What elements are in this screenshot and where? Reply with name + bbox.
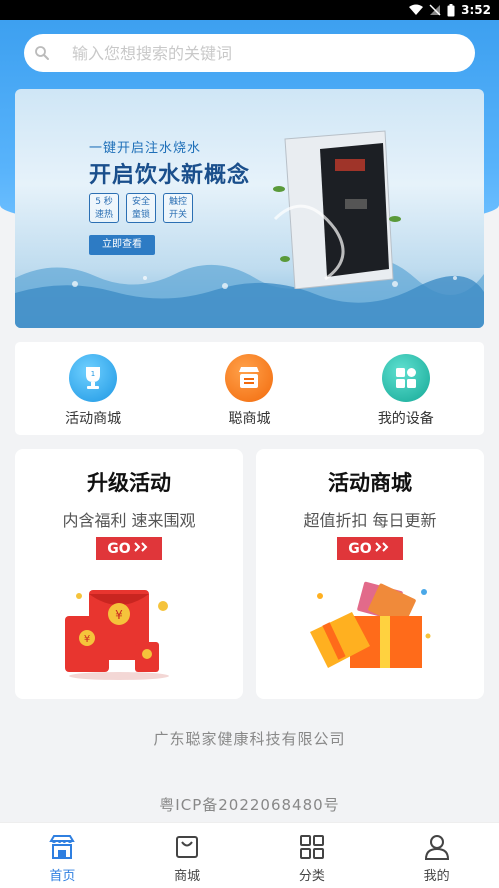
bottom-tab-bar: 首页 商城 分类 我的	[0, 822, 499, 888]
go-label: GO	[107, 540, 131, 557]
svg-text:¥: ¥	[115, 608, 123, 622]
svg-text:1: 1	[91, 370, 95, 378]
quick-entry-label: 聪商城	[228, 411, 271, 427]
chevron-right-icon	[133, 541, 151, 557]
water-splash-illustration	[15, 258, 484, 328]
status-bar: 3:52	[0, 0, 499, 20]
status-time: 3:52	[461, 3, 491, 17]
banner-cta-button[interactable]: 立即查看	[89, 235, 155, 255]
search-input[interactable]	[72, 43, 432, 63]
activity-mall-card[interactable]: 活动商城 超值折扣 每日更新 GO	[256, 449, 484, 699]
no-signal-icon	[429, 4, 441, 16]
quick-entry-label: 活动商城	[65, 411, 122, 427]
search-bar[interactable]	[24, 34, 475, 72]
svg-text:¥: ¥	[84, 634, 90, 645]
card-title: 活动商城	[328, 471, 412, 495]
tab-label: 我的	[423, 869, 450, 884]
quick-entry-activity-mall[interactable]: 1 活动商城	[15, 342, 171, 435]
tab-label: 分类	[298, 869, 325, 884]
search-icon	[35, 46, 49, 60]
home-store-icon	[49, 835, 76, 859]
icp-number[interactable]: 粤ICP备2022068480号	[0, 794, 499, 815]
banner-tag: 安全 童锁	[126, 193, 156, 223]
chevron-right-icon	[374, 541, 392, 557]
card-subtitle: 内含福利 速来围观	[62, 511, 196, 530]
tab-category[interactable]: 分类	[250, 823, 375, 888]
tab-shop[interactable]: 商城	[125, 823, 250, 888]
trophy-top1-icon: 1	[69, 354, 118, 402]
shop-bag-icon	[176, 836, 199, 858]
device-grid-icon	[381, 354, 430, 402]
tab-label: 商城	[174, 869, 201, 884]
gift-box-illustration	[310, 581, 431, 668]
banner-feature-tags: 5 秒 速热 安全 童锁 触控 开关	[89, 193, 193, 223]
banner-tag: 5 秒 速热	[89, 193, 119, 223]
banner-headline: 开启饮水新概念	[89, 163, 251, 188]
card-subtitle: 超值折扣 每日更新	[303, 511, 437, 530]
banner-tag: 触控 开关	[163, 193, 193, 223]
category-grid-icon	[299, 835, 324, 859]
quick-entry-panel: 1 活动商城 聪商城 我的设备	[15, 342, 484, 435]
go-button[interactable]: GO	[337, 537, 403, 560]
go-label: GO	[348, 540, 372, 557]
go-button[interactable]: GO	[96, 537, 162, 560]
upgrade-activity-card[interactable]: 升级活动 内含福利 速来围观 GO ¥ ¥	[15, 449, 243, 699]
promo-banner[interactable]: 一键开启注水烧水 开启饮水新概念 5 秒 速热 安全 童锁 触控 开关 立即查看	[15, 89, 484, 328]
battery-icon	[447, 3, 455, 17]
user-icon	[424, 835, 449, 860]
water-dispenser-illustration	[273, 130, 401, 289]
company-name: 广东聪家健康科技有限公司	[153, 730, 346, 748]
store-icon	[225, 354, 274, 402]
card-title: 升级活动	[87, 471, 171, 495]
banner-subtitle: 一键开启注水烧水	[89, 141, 202, 156]
quick-entry-label: 我的设备	[377, 411, 434, 427]
tab-label: 首页	[49, 869, 76, 884]
tab-home[interactable]: 首页	[0, 823, 125, 888]
red-envelope-illustration: ¥ ¥	[65, 590, 169, 680]
wifi-icon	[409, 4, 424, 16]
quick-entry-my-devices[interactable]: 我的设备	[328, 342, 484, 435]
quick-entry-cong-mall[interactable]: 聪商城	[171, 342, 327, 435]
tab-mine[interactable]: 我的	[374, 823, 499, 888]
